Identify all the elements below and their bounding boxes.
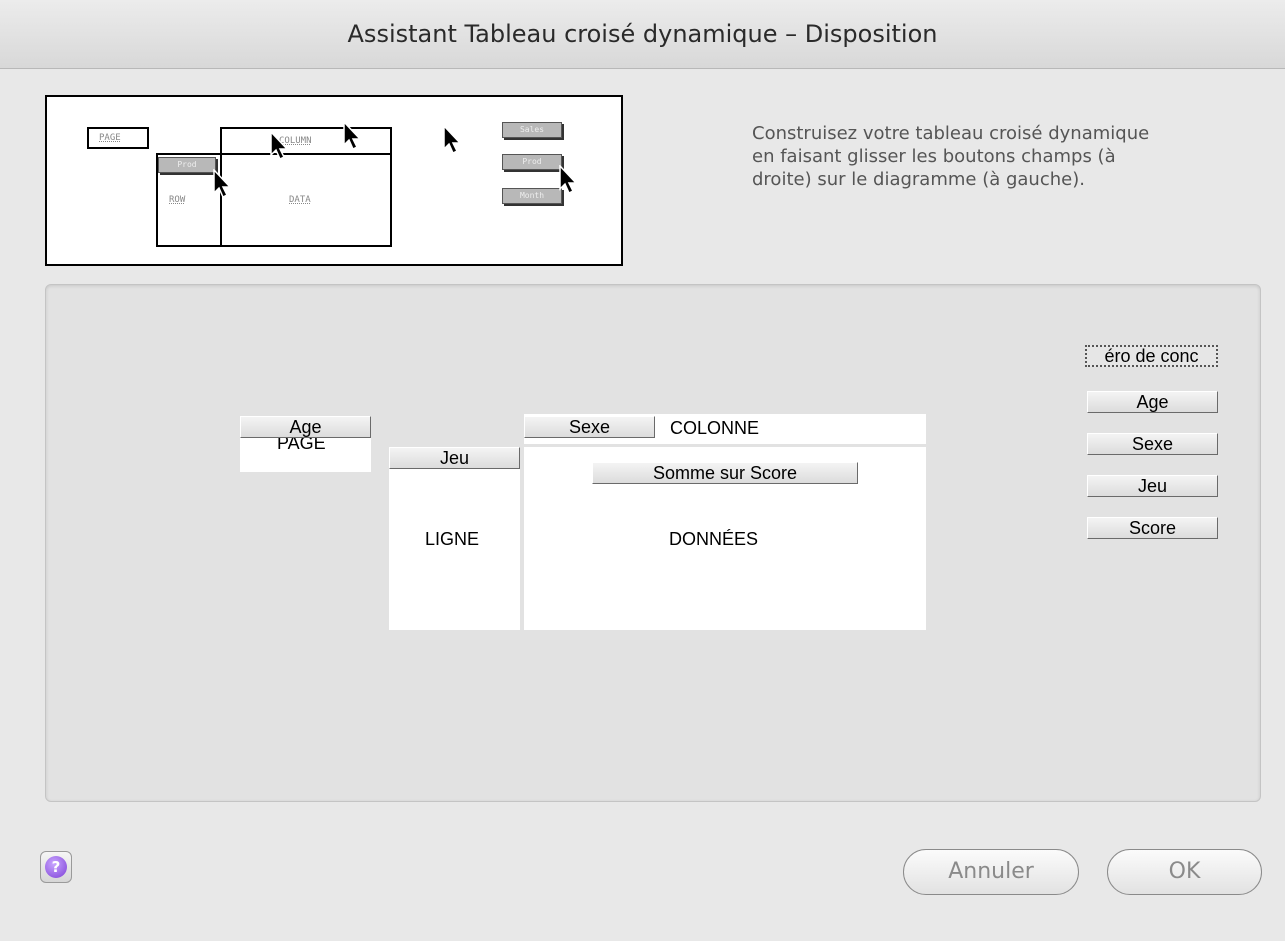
diagram-prod-row-button: Prod xyxy=(158,157,216,173)
arrow-cursor-icon xyxy=(343,121,362,151)
ok-button[interactable]: OK xyxy=(1107,849,1262,895)
arrow-cursor-icon xyxy=(559,165,578,195)
column-area-label: COLONNE xyxy=(670,418,760,438)
layout-diagram-illustration: PAGE COLUMN ROW DATA Prod Sales Prod Mon… xyxy=(45,95,623,266)
field-button-numero-concurrent[interactable]: éro de conc xyxy=(1085,345,1218,367)
page-field-age-button[interactable]: Age xyxy=(240,416,371,438)
arrow-cursor-icon xyxy=(213,169,232,199)
instructions-text: Construisez votre tableau croisé dynamiq… xyxy=(752,123,1150,190)
data-field-somme-score-button[interactable]: Somme sur Score xyxy=(592,462,858,484)
field-button-sexe[interactable]: Sexe xyxy=(1087,433,1218,455)
help-question-icon: ? xyxy=(45,856,67,878)
field-button-score[interactable]: Score xyxy=(1087,517,1218,539)
diagram-sales-button: Sales xyxy=(502,122,562,138)
pivot-table-wizard-dialog: Assistant Tableau croisé dynamique – Dis… xyxy=(0,0,1285,941)
field-button-jeu[interactable]: Jeu xyxy=(1087,475,1218,497)
data-area-label: DONNÉES xyxy=(669,529,759,549)
cancel-button[interactable]: Annuler xyxy=(903,849,1079,895)
help-button[interactable]: ? xyxy=(40,851,72,883)
field-button-age[interactable]: Age xyxy=(1087,391,1218,413)
diagram-page-label: PAGE xyxy=(99,133,121,143)
diagram-data-label: DATA xyxy=(289,195,311,205)
row-field-jeu-button[interactable]: Jeu xyxy=(389,447,520,469)
diagram-prod-button: Prod xyxy=(502,154,562,170)
column-field-sexe-button[interactable]: Sexe xyxy=(524,416,655,438)
window-title: Assistant Tableau croisé dynamique – Dis… xyxy=(0,0,1285,69)
diagram-row-label: ROW xyxy=(169,195,186,205)
diagram-month-button: Month xyxy=(502,188,562,204)
arrow-cursor-icon xyxy=(270,131,289,161)
row-area-label: LIGNE xyxy=(425,529,480,549)
arrow-cursor-icon xyxy=(443,125,462,155)
